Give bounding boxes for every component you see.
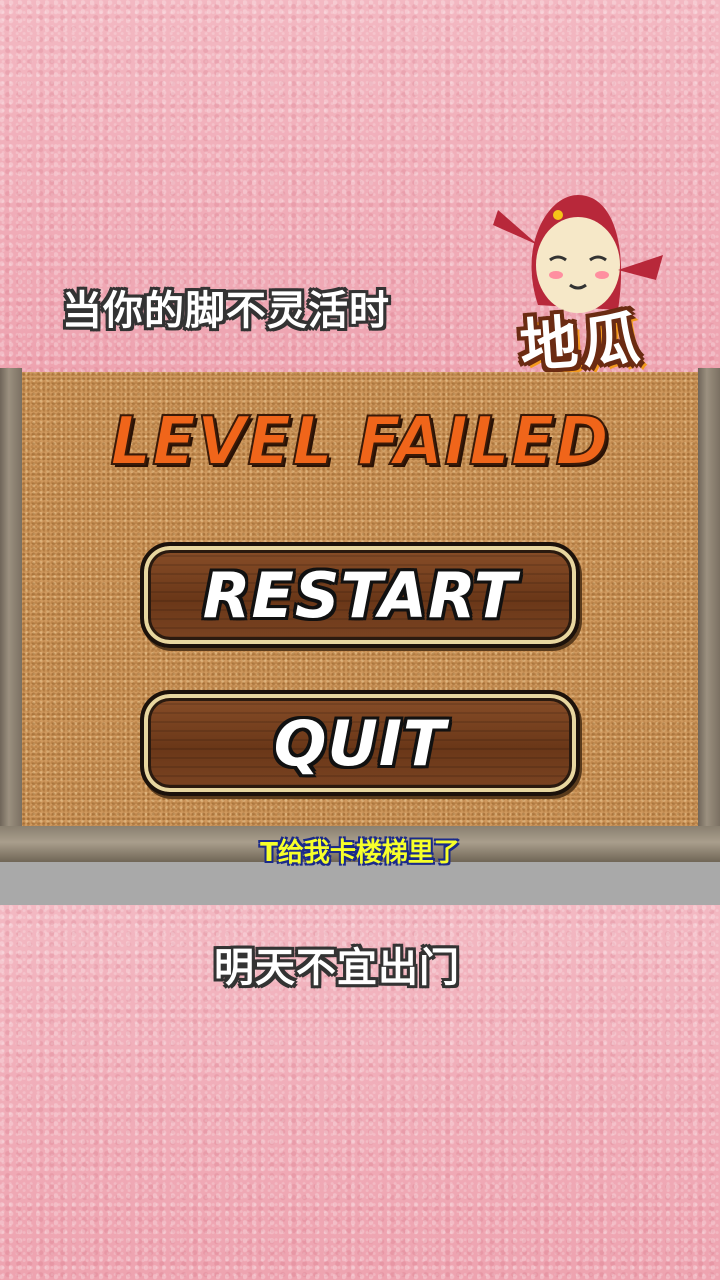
quit-button-label: QUIT	[273, 706, 447, 780]
quit-button[interactable]: QUIT	[140, 690, 580, 796]
video-subtitle: T给我卡楼梯里了	[260, 838, 460, 868]
restart-button-label: RESTART	[202, 558, 518, 632]
level-failed-title: LEVEL FAILED	[109, 402, 610, 482]
caption-top: 当你的脚不灵活时	[62, 288, 390, 334]
caption-bottom: 明天不宜出门	[214, 945, 460, 991]
restart-button[interactable]: RESTART	[140, 542, 580, 648]
